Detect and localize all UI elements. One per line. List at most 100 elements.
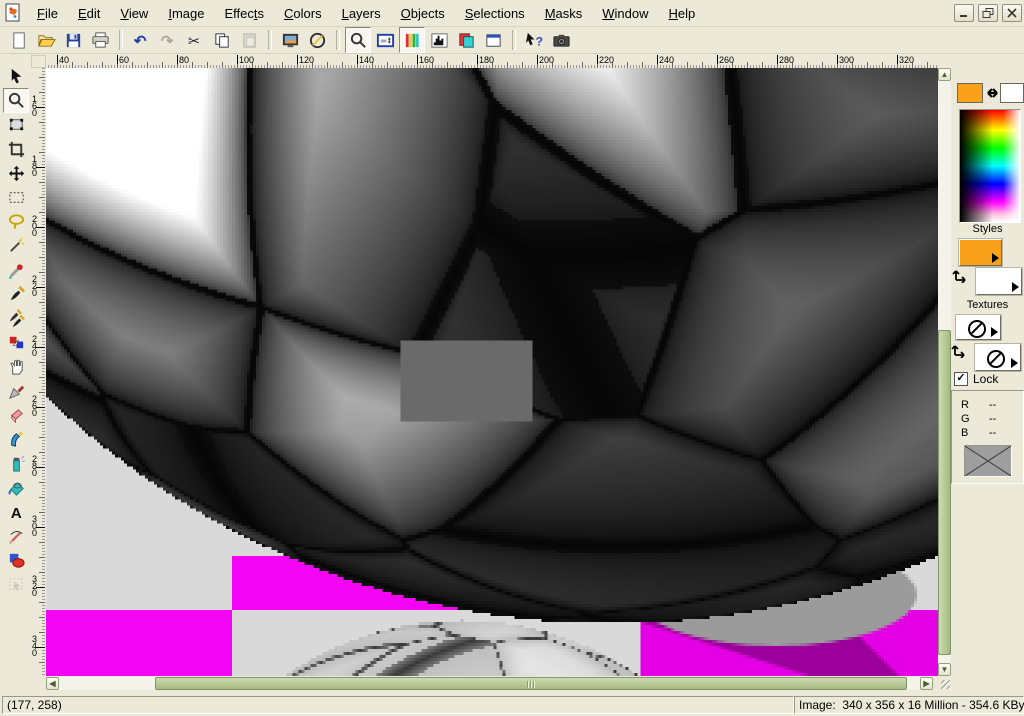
menu-image[interactable]: Image	[158, 1, 214, 26]
ruler-label: 140	[359, 55, 374, 65]
background-style-button[interactable]	[976, 268, 1022, 295]
undo-button[interactable]: ↶	[128, 27, 154, 53]
redo-button[interactable]: ↷	[155, 27, 181, 53]
new-file-button[interactable]	[6, 27, 32, 53]
swap-colors-icon[interactable]	[984, 85, 1001, 101]
deformation-tool-icon	[7, 115, 26, 134]
zoom-actual-button[interactable]	[345, 27, 371, 53]
svg-text:?: ?	[535, 34, 543, 48]
picture-tube-tool[interactable]	[3, 427, 29, 452]
ruler-tick	[717, 55, 718, 64]
histogram-button[interactable]	[426, 27, 452, 53]
freehand-tool-icon	[7, 212, 26, 231]
menu-help[interactable]: Help	[659, 1, 706, 26]
draw-tool[interactable]	[3, 524, 29, 549]
restore-button[interactable]	[978, 4, 998, 22]
print-button[interactable]	[87, 27, 113, 53]
full-screen-preview-button[interactable]	[277, 27, 303, 53]
selection-tool[interactable]	[3, 185, 29, 210]
svg-text:✂: ✂	[187, 34, 199, 50]
minimize-button[interactable]	[954, 4, 974, 22]
save-file-button[interactable]	[60, 27, 86, 53]
vertical-scrollbar[interactable]: ▲ ▼	[938, 68, 951, 676]
layer-palette-button[interactable]	[453, 27, 479, 53]
menu-layers[interactable]: Layers	[332, 1, 391, 26]
swap-textures-icon[interactable]	[951, 342, 968, 358]
lock-checkbox[interactable]: ✓	[954, 372, 968, 386]
color-picker-gradient[interactable]	[959, 109, 1021, 223]
ruler-tick	[597, 55, 598, 64]
object-selector-tool[interactable]	[3, 572, 29, 597]
foreground-color-swatch[interactable]	[957, 83, 983, 103]
color-palette-button[interactable]	[399, 27, 425, 53]
background-texture-button[interactable]	[975, 344, 1021, 371]
foreground-texture-button[interactable]	[956, 315, 1001, 340]
paste-button[interactable]	[236, 27, 262, 53]
dropper-tool[interactable]	[3, 258, 29, 283]
ruler-tick	[57, 55, 58, 64]
paintbrush-tool-icon	[7, 285, 26, 304]
context-help-button[interactable]: ?	[521, 27, 547, 53]
tool-options-button[interactable]	[372, 27, 398, 53]
menu-objects[interactable]: Objects	[391, 1, 455, 26]
text-tool[interactable]: A	[3, 500, 29, 525]
menu-masks[interactable]: Masks	[535, 1, 593, 26]
preset-shapes-tool[interactable]	[3, 548, 29, 573]
retouch-tool[interactable]	[3, 354, 29, 379]
flyout-arrow-icon	[991, 327, 998, 337]
full-screen-preview-icon	[281, 31, 300, 50]
menu-effects[interactable]: Effects	[214, 1, 274, 26]
normal-viewing-button[interactable]	[304, 27, 330, 53]
background-color-swatch[interactable]	[1000, 83, 1024, 103]
menu-window[interactable]: Window	[592, 1, 658, 26]
vertical-scroll-thumb[interactable]	[938, 330, 951, 655]
menu-selections[interactable]: Selections	[455, 1, 535, 26]
ruler-label: 180	[479, 55, 494, 65]
zoom-actual-icon	[349, 31, 368, 50]
mover-tool[interactable]	[3, 161, 29, 186]
horizontal-scroll-thumb[interactable]	[155, 677, 907, 690]
ruler-tick	[357, 55, 358, 64]
ruler-label: 300	[839, 55, 854, 65]
open-file-button[interactable]	[33, 27, 59, 53]
screen-capture-button[interactable]	[548, 27, 574, 53]
zoom-tool[interactable]	[3, 88, 29, 113]
close-button[interactable]	[1002, 4, 1022, 22]
swap-styles-icon[interactable]	[952, 267, 969, 283]
ruler-corner	[31, 55, 46, 68]
menu-colors[interactable]: Colors	[274, 1, 332, 26]
copy-button[interactable]	[209, 27, 235, 53]
toolbar-separator	[268, 30, 272, 50]
ruler-label: 320	[32, 576, 39, 597]
magic-wand-tool[interactable]	[3, 233, 29, 258]
ruler-label: 200	[539, 55, 554, 65]
normal-viewing-icon	[308, 31, 327, 50]
crop-tool[interactable]	[3, 137, 29, 162]
cursor-position-status: (177, 258)	[2, 696, 794, 714]
eraser-tool[interactable]	[3, 403, 29, 428]
airbrush-tool[interactable]	[3, 451, 29, 476]
scroll-up-button[interactable]: ▲	[938, 68, 951, 81]
scroll-left-button[interactable]: ◀	[46, 677, 59, 690]
color-replacer-tool[interactable]	[3, 330, 29, 355]
cut-button[interactable]: ✂	[182, 27, 208, 53]
scroll-down-button[interactable]: ▼	[938, 663, 951, 676]
size-grip[interactable]	[938, 677, 951, 690]
menu-view[interactable]: View	[110, 1, 158, 26]
scratch-remover-tool[interactable]	[3, 379, 29, 404]
tool-palette-toggle-button[interactable]	[480, 27, 506, 53]
menu-edit[interactable]: Edit	[68, 1, 110, 26]
freehand-tool[interactable]	[3, 209, 29, 234]
horizontal-scrollbar[interactable]: ◀ ▶	[46, 677, 933, 690]
paintbrush-tool[interactable]	[3, 282, 29, 307]
scroll-right-button[interactable]: ▶	[920, 677, 933, 690]
clone-brush-tool[interactable]	[3, 306, 29, 331]
foreground-style-button[interactable]	[959, 239, 1002, 266]
flood-fill-tool[interactable]	[3, 475, 29, 500]
image-canvas[interactable]	[46, 68, 938, 676]
menu-file[interactable]: File	[27, 1, 68, 26]
deformation-tool[interactable]	[3, 112, 29, 137]
status-bar: (177, 258) Image: 340 x 356 x 16 Million…	[0, 695, 1024, 716]
ruler-tick	[537, 55, 538, 64]
arrow-tool[interactable]	[3, 64, 29, 89]
